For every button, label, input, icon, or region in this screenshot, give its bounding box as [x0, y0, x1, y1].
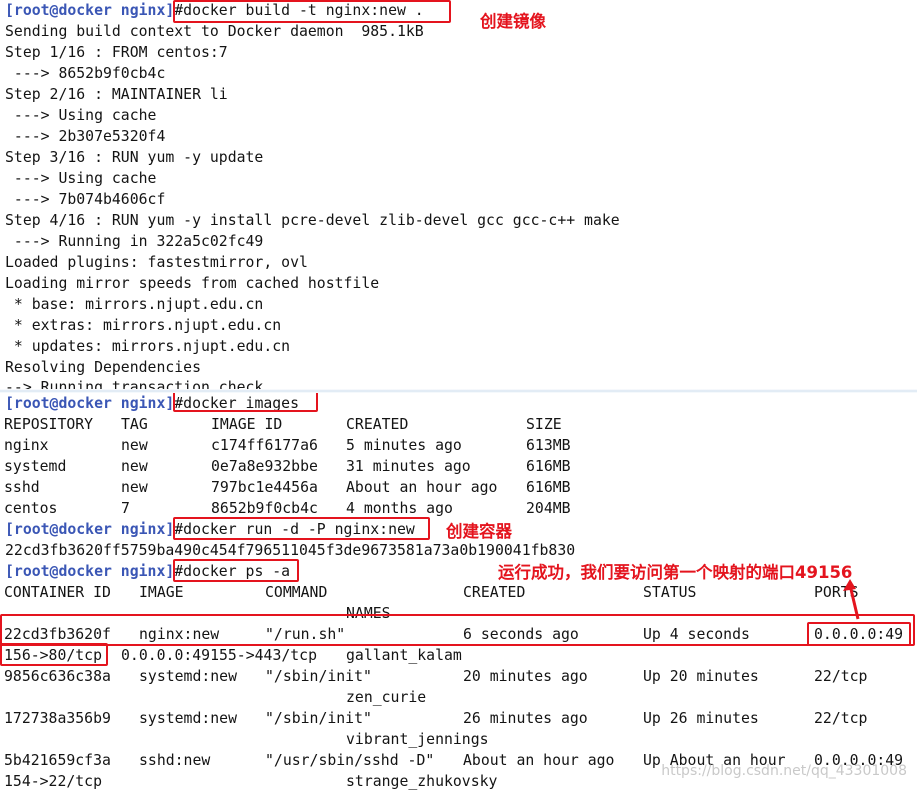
- images-table-cell: 616MB: [526, 458, 571, 475]
- images-header-cell: CREATED: [346, 416, 409, 433]
- ps-table-cell: 5b421659cf3a: [4, 752, 111, 769]
- images-command-highlight: [173, 393, 318, 412]
- build-output-line: ---> 2b307e5320f4: [5, 128, 166, 145]
- ps-table-cell: 9856c636c38a: [4, 668, 111, 685]
- build-output-line: * updates: mirrors.njupt.edu.cn: [5, 338, 291, 355]
- ps-container-name: vibrant_jennings: [346, 731, 489, 748]
- images-table-cell: 797bc1e4456a: [211, 479, 318, 496]
- build-output-line: ---> Running in 322a5c02fc49: [5, 233, 264, 250]
- build-output-line: Resolving Dependencies: [5, 359, 201, 376]
- images-table-cell: 7: [121, 500, 130, 517]
- build-output-line: ---> Using cache: [5, 107, 157, 124]
- shell-prompt: [root@docker nginx]: [5, 563, 175, 580]
- images-table-cell: 204MB: [526, 500, 571, 517]
- ps-table-cell: systemd:new: [139, 668, 237, 685]
- images-header-cell: REPOSITORY: [4, 416, 94, 433]
- ps-header-cell: COMMAND: [265, 584, 328, 601]
- shell-prompt: [root@docker nginx]: [5, 395, 175, 412]
- watermark: https://blog.csdn.net/qq_43301008: [661, 763, 907, 779]
- images-table-cell: centos: [4, 500, 58, 517]
- images-table-cell: systemd: [4, 458, 67, 475]
- run-command-highlight: [173, 517, 430, 540]
- images-table-cell: new: [121, 437, 148, 454]
- ps-wrapped-ports: 154->22/tcp: [4, 773, 102, 790]
- ps-table-cell: About an hour ago: [463, 752, 615, 769]
- ps-table-cell: "/sbin/init": [265, 710, 372, 727]
- ps-header-cell: CREATED: [463, 584, 526, 601]
- build-output-line: * base: mirrors.njupt.edu.cn: [5, 296, 264, 313]
- images-table-cell: new: [121, 458, 148, 475]
- images-table-cell: 8652b9f0cb4c: [211, 500, 318, 517]
- images-table-cell: c174ff6177a6: [211, 437, 318, 454]
- ps-container-name: zen_curie: [346, 689, 427, 706]
- ps-table-cell: Up 20 minutes: [643, 668, 759, 685]
- images-header-cell: TAG: [121, 416, 148, 433]
- images-table-cell: 4 months ago: [346, 500, 453, 517]
- ps-table-cell: Up 26 minutes: [643, 710, 759, 727]
- build-output-line: Sending build context to Docker daemon 9…: [5, 23, 424, 40]
- images-table-cell: 616MB: [526, 479, 571, 496]
- build-output-line: Step 4/16 : RUN yum -y install pcre-deve…: [5, 212, 620, 229]
- ps-annotation: 运行成功，我们要访问第一个映射的端口49156: [498, 563, 853, 582]
- build-output-line: Loading mirror speeds from cached hostfi…: [5, 275, 380, 292]
- build-output-line: Loaded plugins: fastestmirror, ovl: [5, 254, 308, 271]
- ps-container-name: strange_zhukovsky: [346, 773, 498, 790]
- ps-header-cell: IMAGE: [139, 584, 184, 601]
- build-output-line: ---> 8652b9f0cb4c: [5, 65, 166, 82]
- port-start-highlight: [807, 622, 911, 646]
- ps-wrapped-ports: 0.0.0.0:49155->443/tcp: [121, 647, 317, 664]
- ps-command-highlight: [173, 559, 299, 582]
- images-table-cell: sshd: [4, 479, 40, 496]
- build-command-highlight: [173, 0, 451, 23]
- images-header-cell: SIZE: [526, 416, 562, 433]
- images-table-cell: 5 minutes ago: [346, 437, 462, 454]
- ps-container-name: gallant_kalam: [346, 647, 462, 664]
- build-output-line: Step 2/16 : MAINTAINER li: [5, 86, 228, 103]
- images-table-cell: 0e7a8e932bbe: [211, 458, 318, 475]
- shell-prompt: [root@docker nginx]: [5, 521, 175, 538]
- ps-table-cell: 22/tcp: [814, 710, 868, 727]
- run-annotation: 创建容器: [446, 522, 512, 541]
- ps-table-cell: sshd:new: [139, 752, 211, 769]
- ps-table-cell: 22/tcp: [814, 668, 868, 685]
- images-header-cell: IMAGE ID: [211, 416, 283, 433]
- ps-table-cell: "/usr/sbin/sshd -D": [265, 752, 435, 769]
- first-container-row-highlight: [0, 614, 915, 646]
- build-terminal-panel: [root@docker nginx]#docker build -t ngin…: [0, 0, 917, 391]
- build-output-line: * extras: mirrors.njupt.edu.cn: [5, 317, 282, 334]
- build-output-line: Step 3/16 : RUN yum -y update: [5, 149, 264, 166]
- build-output-line: ---> Using cache: [5, 170, 157, 187]
- ps-table-cell: "/sbin/init": [265, 668, 372, 685]
- build-output-line: Step 1/16 : FROM centos:7: [5, 44, 228, 61]
- arrow-icon: [843, 579, 860, 620]
- ps-header-cell: STATUS: [643, 584, 697, 601]
- ps-table-cell: 172738a356b9: [4, 710, 111, 727]
- images-table-cell: About an hour ago: [346, 479, 498, 496]
- container-id-output: 22cd3fb3620ff5759ba490c454f796511045f3de…: [5, 542, 576, 559]
- ps-header-cell: CONTAINER ID: [4, 584, 111, 601]
- build-annotation: 创建镜像: [480, 12, 546, 31]
- ps-table-cell: 26 minutes ago: [463, 710, 588, 727]
- shell-prompt: [root@docker nginx]: [5, 2, 175, 19]
- images-table-cell: 31 minutes ago: [346, 458, 471, 475]
- images-table-cell: new: [121, 479, 148, 496]
- ps-table-cell: 20 minutes ago: [463, 668, 588, 685]
- images-terminal-panel: [root@docker nginx]#docker images REPOSI…: [0, 393, 917, 791]
- build-output-line: ---> 7b074b4606cf: [5, 191, 166, 208]
- images-table-cell: nginx: [4, 437, 49, 454]
- port-end-highlight: [0, 643, 108, 666]
- images-table-cell: 613MB: [526, 437, 571, 454]
- ps-table-cell: systemd:new: [139, 710, 237, 727]
